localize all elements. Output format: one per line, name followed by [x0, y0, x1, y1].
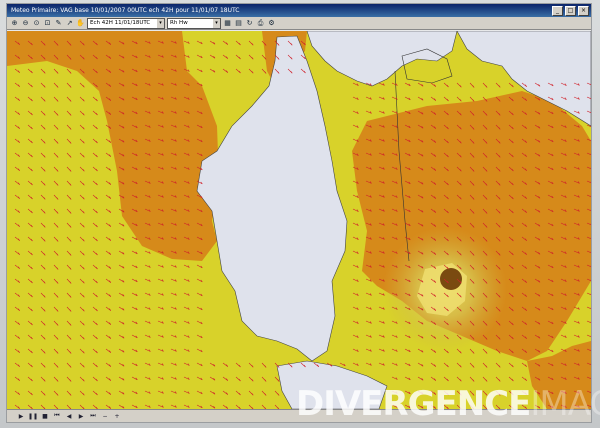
parameter-value: Rh Hw [170, 19, 188, 26]
minimize-button[interactable]: _ [552, 6, 563, 16]
storm-core [440, 268, 462, 290]
last-icon[interactable]: ⏭ [89, 412, 97, 420]
arrow-icon[interactable]: ↗ [65, 19, 74, 28]
forecast-time-value: Ech 42H 11/01/18UTC [90, 19, 151, 26]
chevron-down-icon: ▾ [157, 18, 164, 28]
minus-icon[interactable]: − [101, 412, 109, 420]
window-controls: _ □ × [552, 6, 589, 16]
zoom-box-icon[interactable]: ⊡ [43, 19, 52, 28]
refresh-icon[interactable]: ↻ [245, 19, 254, 28]
zoom-out-icon[interactable]: ⊖ [21, 19, 30, 28]
print-icon[interactable]: ⎙ [256, 19, 265, 28]
first-icon[interactable]: ⏮ [53, 412, 61, 420]
layers-icon[interactable]: ▤ [234, 19, 243, 28]
next-icon[interactable]: ▶ [77, 412, 85, 420]
settings-icon[interactable]: ⚙ [267, 19, 276, 28]
watermark-secondary: IMAGES [530, 384, 600, 424]
prev-icon[interactable]: ◀ [65, 412, 73, 420]
weather-map[interactable] [7, 31, 591, 409]
window-title: Meteo Primaire: VAG base 10/01/2007 00UT… [11, 7, 240, 14]
zoom-fit-icon[interactable]: ⊙ [32, 19, 41, 28]
watermark: DIVERGENCEIMAGES [296, 384, 600, 424]
pause-icon[interactable]: ❚❚ [28, 412, 38, 420]
watermark-main: DIVERGENCE [296, 384, 531, 424]
maximize-button[interactable]: □ [565, 6, 576, 16]
stop-icon[interactable]: ■ [41, 412, 49, 420]
pencil-icon[interactable]: ✎ [54, 19, 63, 28]
forecast-time-select[interactable]: Ech 42H 11/01/18UTC ▾ [87, 17, 165, 29]
close-button[interactable]: × [578, 6, 589, 16]
chevron-down-icon: ▾ [213, 18, 220, 28]
hand-icon[interactable]: ✋ [76, 19, 85, 28]
grid-icon[interactable]: ▦ [223, 19, 232, 28]
zoom-in-icon[interactable]: ⊕ [10, 19, 19, 28]
toolbar: ⊕ ⊖ ⊙ ⊡ ✎ ↗ ✋ Ech 42H 11/01/18UTC ▾ Rh H… [7, 17, 591, 30]
application-window: Meteo Primaire: VAG base 10/01/2007 00UT… [6, 3, 592, 423]
parameter-select[interactable]: Rh Hw ▾ [167, 17, 221, 29]
play-icon[interactable]: ▶ [17, 412, 25, 420]
plus-icon[interactable]: + [113, 412, 121, 420]
title-bar: Meteo Primaire: VAG base 10/01/2007 00UT… [7, 4, 591, 17]
